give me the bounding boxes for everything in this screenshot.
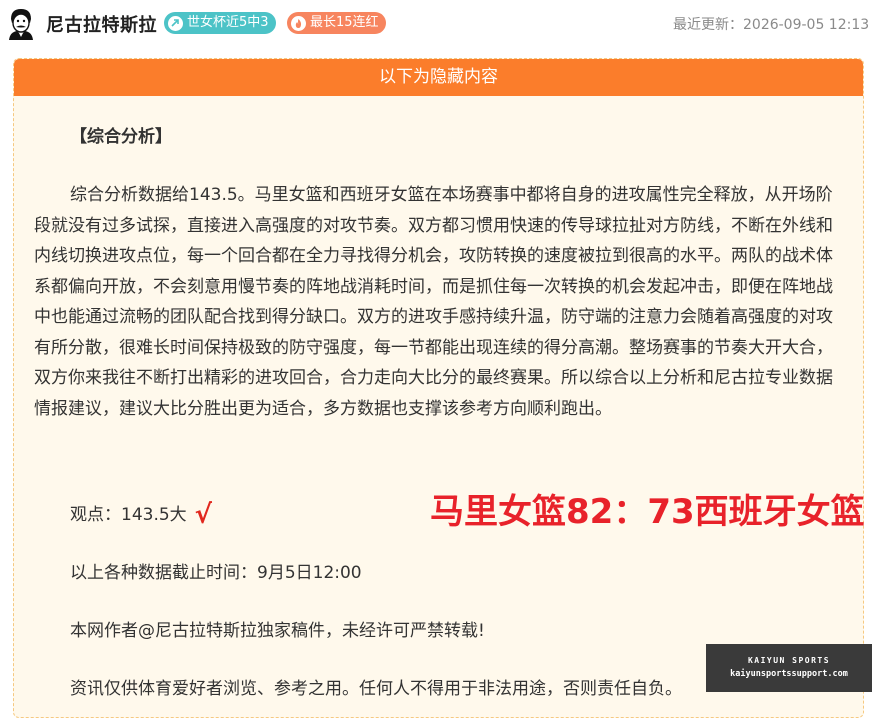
section-title: 【综合分析】 <box>70 127 172 147</box>
analysis-paragraph: 综合分析数据给143.5。马里女篮和西班牙女篮在本场赛事中都将自身的进攻属性完全… <box>34 185 833 419</box>
fire-icon <box>291 15 306 31</box>
record-badge-label: 世女杯近5中3 <box>187 15 269 30</box>
cutoff-time: 以上各种数据截止时间：9月5日12:00 <box>70 563 362 583</box>
streak-badge[interactable]: 最长15连红 <box>287 12 386 34</box>
update-time: 最近更新：2026-09-05 12:13 <box>673 17 870 33</box>
viewpoint-text: 观点：143.5大 <box>70 505 187 525</box>
hidden-content-bar: 以下为隐藏内容 <box>14 59 863 96</box>
record-badge[interactable]: 世女杯近5中3 <box>164 12 276 34</box>
disclaimer: 资讯仅供体育爱好者浏览、参考之用。任何人不得用于非法用途，否则责任自负。 <box>70 679 682 699</box>
post-header: 尼古拉特斯拉 世女杯近5中3 最长15连红 最近更新：2026-09-05 12… <box>0 0 884 48</box>
watermark: KAIYUN SPORTS kaiyunsportssupport.com <box>706 644 872 692</box>
watermark-brand: KAIYUN SPORTS <box>747 656 831 665</box>
arrow-up-icon <box>168 15 183 31</box>
score-overlay: 马里女篮82：73西班牙女篮 <box>430 492 865 532</box>
streak-badge-label: 最长15连红 <box>310 15 379 30</box>
copyright-notice: 本网作者@尼古拉特斯拉独家稿件，未经许可严禁转载! <box>70 621 485 641</box>
watermark-url: kaiyunsportssupport.com <box>730 669 848 679</box>
article-body: 【综合分析】 综合分析数据给143.5。马里女篮和西班牙女篮在本场赛事中都将自身… <box>34 120 844 699</box>
viewpoint-line: 观点：143.5大 √ <box>34 500 212 531</box>
author-avatar[interactable] <box>6 6 36 40</box>
author-name[interactable]: 尼古拉特斯拉 <box>46 11 157 37</box>
check-mark: √ <box>194 500 213 530</box>
